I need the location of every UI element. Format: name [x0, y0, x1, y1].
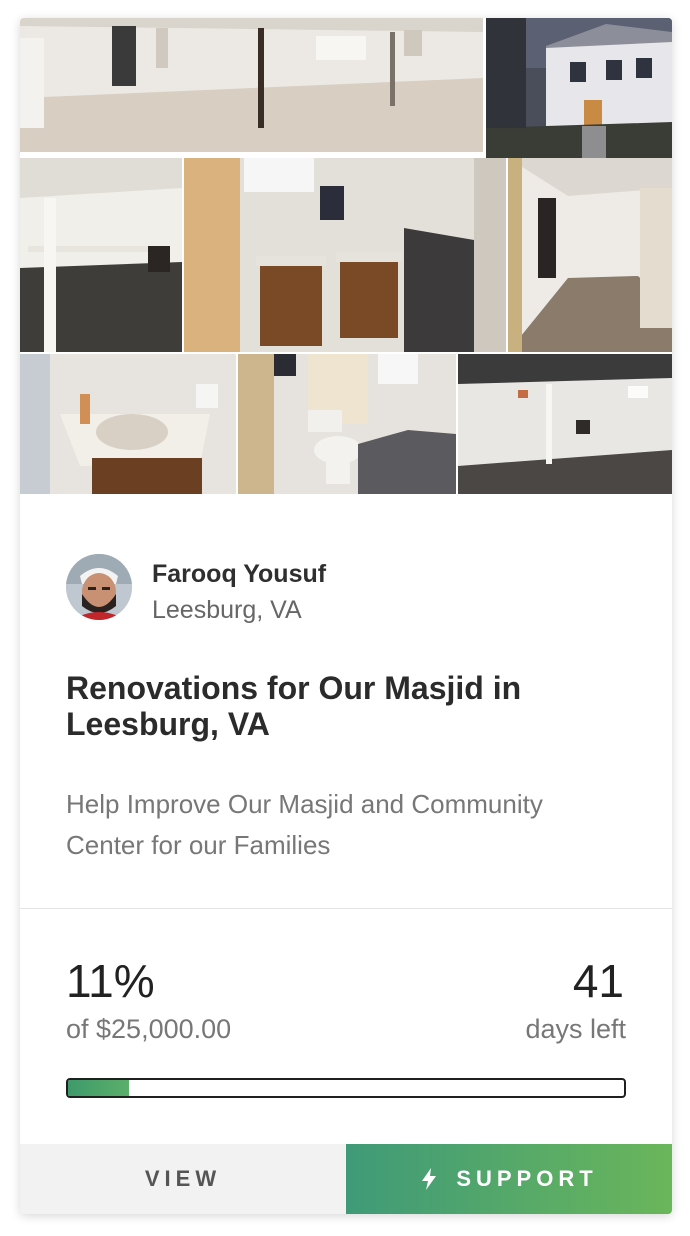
avatar[interactable] — [66, 554, 132, 620]
photo-collage[interactable] — [20, 18, 672, 494]
funded-percent: 11% — [66, 955, 155, 1007]
photo-hall-room — [20, 158, 182, 352]
card-actions: VIEW SUPPORT — [20, 1144, 672, 1214]
photo-empty-room — [458, 354, 672, 494]
support-button[interactable]: SUPPORT — [346, 1144, 672, 1214]
photo-basement-room — [20, 18, 483, 152]
photo-corridor — [508, 158, 672, 352]
lightning-bolt-icon — [422, 1168, 437, 1190]
campaign-card[interactable]: Farooq Yousuf Leesburg, VA Renovations f… — [20, 18, 672, 1214]
photo-washroom-sinks — [184, 158, 506, 352]
divider — [20, 908, 672, 909]
photo-house-exterior — [486, 18, 672, 158]
creator-info: Farooq Yousuf Leesburg, VA — [66, 552, 626, 624]
creator-name[interactable]: Farooq Yousuf — [152, 560, 326, 589]
progress-bar — [66, 1078, 626, 1098]
support-button-label: SUPPORT — [456, 1166, 598, 1191]
progress-fill — [68, 1080, 130, 1096]
creator-location: Leesburg, VA — [152, 596, 302, 624]
view-button[interactable]: VIEW — [20, 1144, 346, 1214]
view-button-label: VIEW — [144, 1166, 222, 1191]
photo-bathroom-sink — [20, 354, 236, 494]
photo-toilet — [238, 354, 456, 494]
days-left-label: days left — [525, 1014, 626, 1044]
campaign-subtitle: Help Improve Our Masjid and Community Ce… — [66, 789, 543, 860]
campaign-title[interactable]: Renovations for Our Masjid in Leesburg, … — [66, 670, 626, 742]
goal-amount: of $25,000.00 — [66, 1014, 232, 1044]
days-left-value: 41 — [572, 955, 624, 1007]
